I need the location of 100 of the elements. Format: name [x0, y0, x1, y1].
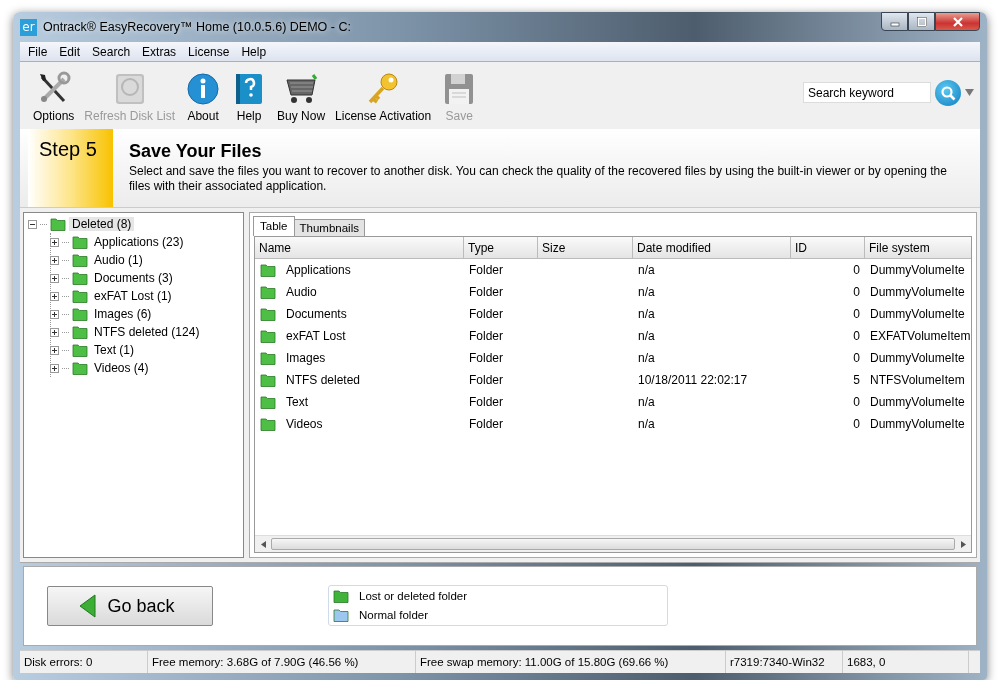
go-back-button[interactable]: Go back: [47, 586, 213, 626]
folder-icon: [260, 372, 276, 388]
step-description: Select and save the files you want to recover to another disk. You can check the quality of the recovered files by using the built-in viewer or by opening the files with their associated application.: [129, 164, 948, 194]
tree-item[interactable]: Audio (1): [91, 253, 146, 267]
table-cell-text: Folder: [468, 307, 504, 321]
table-cell-text: Folder: [468, 285, 504, 299]
expand-toggle[interactable]: [50, 273, 59, 283]
menu-item[interactable]: File: [22, 44, 54, 59]
search-field[interactable]: Search keyword: [803, 82, 931, 103]
tree-item[interactable]: Videos (4): [91, 361, 152, 375]
expand-toggle[interactable]: [50, 237, 59, 247]
table-cell-text: n/a: [637, 329, 656, 343]
table-cell-text: NTFS deleted: [285, 373, 362, 387]
tree-item[interactable]: Text (1): [91, 343, 137, 357]
step-title: Save Your Files: [129, 141, 263, 162]
menu-item[interactable]: Search: [86, 44, 137, 59]
table-cell-text: Folder: [468, 373, 504, 387]
tree-item[interactable]: Deleted (8): [69, 217, 135, 231]
folder-icon: [72, 306, 88, 322]
table-cell-text: DummyVolumeIte: [869, 263, 966, 277]
plus-icon: [51, 328, 58, 336]
back-arrow-icon: [79, 594, 98, 618]
scroll-thumb[interactable]: [271, 538, 955, 550]
search-icon: [940, 84, 956, 101]
table-cell-text: 0: [852, 285, 861, 299]
maximize-button[interactable]: [908, 12, 935, 31]
folder-icon: [72, 252, 88, 268]
info-icon: [185, 71, 222, 107]
folder-icon: [50, 216, 66, 232]
folder-icon: [72, 324, 88, 340]
toolbar-button[interactable]: License Activation: [330, 71, 437, 123]
table-cell-text: Folder: [468, 329, 504, 343]
folder-icon: [260, 262, 276, 278]
caret-icon: [965, 89, 974, 96]
toolbar-button[interactable]: Buy Now: [272, 71, 331, 123]
expand-toggle[interactable]: [50, 345, 59, 355]
expand-toggle[interactable]: [50, 255, 59, 265]
folder-icon: [260, 284, 276, 300]
menu-item[interactable]: Help: [235, 44, 273, 59]
table-cell-text: DummyVolumeIte: [869, 395, 966, 409]
table-cell-text: 0: [852, 395, 861, 409]
folder-icon: [260, 328, 276, 344]
tree-item[interactable]: Images (6): [91, 307, 155, 321]
minimize-button[interactable]: [881, 12, 908, 31]
table-cell-text: exFAT Lost: [285, 329, 347, 343]
horizontal-scrollbar[interactable]: [255, 535, 971, 552]
toolbar-button[interactable]: Help: [226, 71, 273, 123]
tree-item[interactable]: exFAT Lost (1): [91, 289, 175, 303]
app-logo: er: [20, 18, 37, 36]
search-button[interactable]: [935, 79, 961, 106]
expand-toggle[interactable]: [50, 363, 59, 373]
expand-toggle[interactable]: [50, 327, 59, 337]
table-cell-text: Folder: [468, 263, 504, 277]
column-header[interactable]: Name: [255, 237, 464, 258]
expand-toggle[interactable]: [50, 309, 59, 319]
dropdown-button[interactable]: [965, 89, 974, 96]
column-header[interactable]: Size: [538, 237, 633, 258]
toolbar-button[interactable]: About: [180, 71, 227, 123]
legend-label: Lost or deleted folder: [359, 589, 468, 602]
close-button[interactable]: [935, 12, 980, 31]
table-cell-text: NTFSVolumeItem: [869, 373, 966, 387]
tab[interactable]: Table: [253, 216, 295, 236]
table-cell-text: Folder: [468, 351, 504, 365]
status-text: r7319:7340-Win32: [726, 651, 843, 673]
column-header[interactable]: Date modified: [633, 237, 791, 258]
plus-icon: [51, 346, 58, 354]
tree-item[interactable]: NTFS deleted (124): [91, 325, 203, 339]
table-cell-text: n/a: [637, 417, 656, 431]
plus-icon: [51, 292, 58, 300]
collapse-toggle[interactable]: [28, 219, 37, 229]
plus-icon: [51, 364, 58, 372]
table-cell-text: 0: [852, 417, 861, 431]
tab[interactable]: Thumbnails: [293, 219, 365, 236]
table-cell-text: 0: [852, 329, 861, 343]
folder-icon: [260, 416, 276, 432]
table-cell-text: 0: [852, 307, 861, 321]
table-cell-text: Folder: [468, 417, 504, 431]
plus-icon: [51, 310, 58, 318]
tree-item[interactable]: Documents (3): [91, 271, 176, 285]
table-cell-text: Images: [285, 351, 327, 365]
status-text: 1683, 0: [843, 651, 969, 673]
menu-item[interactable]: Extras: [136, 44, 183, 59]
expand-toggle[interactable]: [50, 291, 59, 301]
folder-icon: [72, 360, 88, 376]
step-badge: Step 5: [28, 129, 113, 207]
table-cell-text: 5: [852, 373, 861, 387]
column-header[interactable]: ID: [791, 237, 865, 258]
window-title: Ontrack® EasyRecovery™ Home (10.0.5.6) DEMO - C:: [43, 20, 352, 34]
scroll-left-icon: [260, 540, 266, 548]
menu-item[interactable]: Edit: [53, 44, 87, 59]
tree-item[interactable]: Applications (23): [91, 235, 187, 249]
folder-icon: [72, 234, 88, 250]
column-header[interactable]: Type: [464, 237, 538, 258]
folder-icon: [260, 306, 276, 322]
folder-icon: [260, 350, 276, 366]
toolbar-button[interactable]: Options: [28, 71, 80, 123]
folder-icon: [72, 342, 88, 358]
menu-item[interactable]: License: [182, 44, 236, 59]
column-header[interactable]: File system: [865, 237, 971, 258]
table-cell-text: Text: [285, 395, 309, 409]
